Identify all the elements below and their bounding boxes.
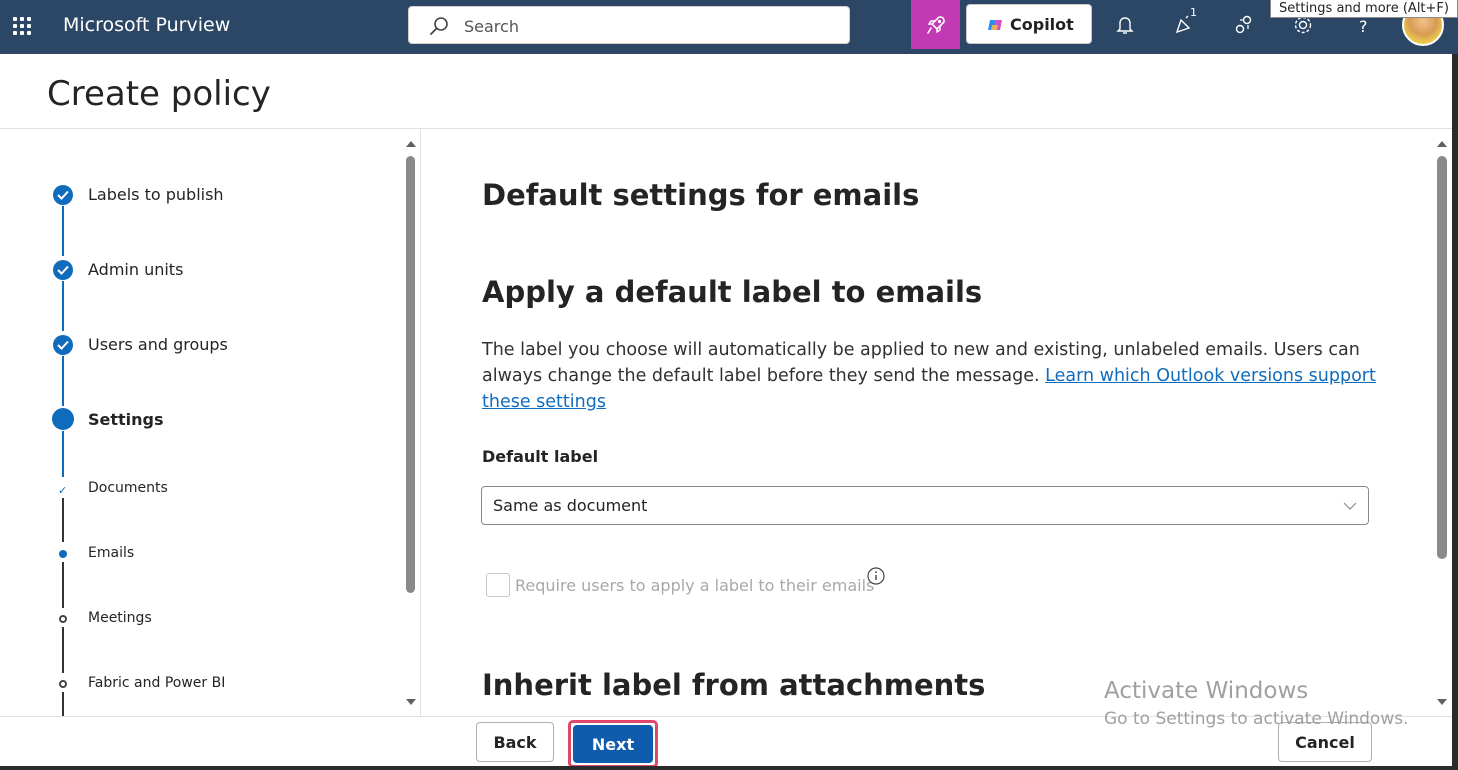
rocket-icon	[927, 16, 945, 34]
substep-fabric-power-bi[interactable]: Fabric and Power BI	[88, 675, 225, 691]
window-bottom-edge	[0, 766, 1458, 770]
app-launcher-icon[interactable]	[10, 14, 34, 38]
step-connector	[62, 498, 64, 542]
back-button[interactable]: Back	[476, 722, 554, 762]
step-connector	[62, 431, 64, 477]
main-scroll-down-arrow[interactable]	[1437, 699, 1447, 705]
step-settings[interactable]: Settings	[88, 410, 164, 429]
scroll-down-arrow[interactable]	[406, 699, 416, 705]
substep-pending-icon	[59, 680, 67, 688]
notification-badge: 1	[1190, 6, 1197, 19]
rocket-button[interactable]	[911, 0, 960, 49]
top-bar: Microsoft Purview Search Copilot 1 ? Set…	[0, 0, 1458, 54]
copilot-label: Copilot	[1010, 15, 1074, 34]
copilot-icon	[988, 20, 1002, 30]
activate-windows-watermark: Activate Windows	[1104, 678, 1309, 704]
step-connector	[62, 206, 64, 256]
step-connector	[62, 281, 64, 331]
search-icon	[430, 17, 448, 35]
main-scroll-up-arrow[interactable]	[1437, 141, 1447, 147]
step-users-and-groups[interactable]: Users and groups	[88, 335, 228, 354]
window-edge	[1452, 54, 1458, 770]
step-admin-units[interactable]: Admin units	[88, 260, 183, 279]
substep-current-icon	[59, 550, 67, 558]
substep-emails[interactable]: Emails	[88, 545, 134, 561]
activate-windows-subtext: Go to Settings to activate Windows.	[1104, 709, 1409, 729]
chevron-down-icon	[1343, 502, 1357, 510]
subsection-heading-2: Inherit label from attachments	[482, 668, 986, 702]
panel-divider	[420, 129, 421, 716]
svg-text:?: ?	[1359, 17, 1368, 36]
share-icon[interactable]	[1231, 12, 1257, 38]
steps-scrollbar[interactable]	[406, 156, 415, 593]
bell-icon[interactable]	[1112, 12, 1138, 38]
step-complete-icon	[53, 260, 73, 280]
copilot-button[interactable]: Copilot	[966, 4, 1092, 44]
section-heading: Default settings for emails	[482, 178, 920, 212]
info-icon[interactable]	[866, 566, 886, 586]
substep-complete-icon: ✓	[58, 484, 68, 497]
settings-tooltip: Settings and more (Alt+F)	[1270, 0, 1458, 18]
step-connector	[62, 356, 64, 406]
scroll-up-arrow[interactable]	[406, 141, 416, 147]
default-label-dropdown[interactable]: Same as document	[481, 486, 1369, 525]
next-button[interactable]: Next	[573, 725, 653, 763]
main-scrollbar[interactable]	[1437, 156, 1447, 559]
search-box[interactable]: Search	[408, 6, 850, 44]
require-label-checkbox-label: Require users to apply a label to their …	[515, 576, 875, 595]
step-connector	[62, 692, 64, 716]
step-complete-icon	[53, 185, 73, 205]
subsection-heading: Apply a default label to emails	[482, 275, 983, 309]
step-complete-icon	[53, 335, 73, 355]
step-connector	[62, 562, 64, 608]
step-current-icon	[52, 408, 74, 430]
default-label-field-label: Default label	[482, 447, 599, 466]
step-labels-to-publish[interactable]: Labels to publish	[88, 185, 224, 204]
substep-meetings[interactable]: Meetings	[88, 610, 152, 626]
substep-pending-icon	[59, 615, 67, 623]
dropdown-value: Same as document	[493, 496, 648, 515]
substep-documents[interactable]: Documents	[88, 480, 168, 496]
page-title: Create policy	[47, 74, 271, 114]
description: The label you choose will automatically …	[482, 337, 1382, 415]
page: Microsoft Purview Search Copilot 1 ? Set…	[0, 0, 1458, 770]
require-label-checkbox[interactable]	[486, 573, 510, 597]
step-connector	[62, 627, 64, 673]
search-input[interactable]: Search	[464, 17, 519, 36]
app-title[interactable]: Microsoft Purview	[63, 14, 230, 36]
